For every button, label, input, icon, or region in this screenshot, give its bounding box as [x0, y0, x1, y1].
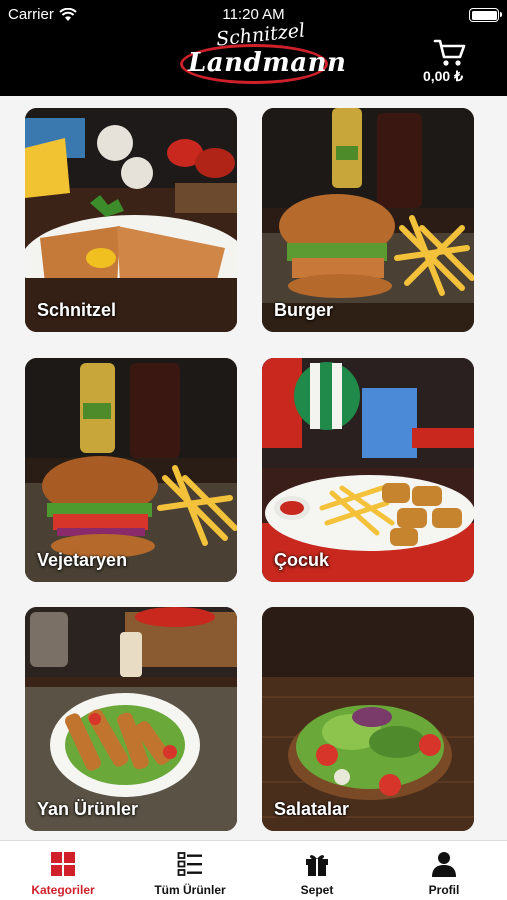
- category-label: Yan Ürünler: [37, 799, 139, 819]
- gift-icon: [303, 851, 331, 877]
- tab-label: Profil: [428, 883, 460, 897]
- yan-urunler-image: [25, 607, 237, 831]
- cart-total[interactable]: 0,00 ₺: [423, 68, 463, 85]
- tab-sepet[interactable]: Sepet: [254, 841, 380, 900]
- category-label: Vejetaryen: [37, 550, 128, 570]
- category-card-cocuk[interactable]: Çocuk: [262, 358, 474, 582]
- category-label: Burger: [274, 300, 334, 320]
- category-label: Schnitzel: [37, 300, 117, 320]
- logo-top-text: Schnitzel: [215, 19, 307, 51]
- category-card-salatalar[interactable]: Salatalar: [262, 607, 474, 831]
- status-time: 11:20 AM: [222, 6, 285, 23]
- app-header: Carrier 11:20 AM Schnitzel Landmann 0,00…: [0, 0, 507, 96]
- category-card-vejetaryen[interactable]: Vejetaryen: [25, 358, 237, 582]
- tab-label: Sepet: [300, 883, 334, 897]
- person-icon: [430, 851, 458, 877]
- cart-icon[interactable]: [433, 38, 467, 68]
- category-label: Çocuk: [274, 550, 330, 570]
- list-icon: [176, 851, 204, 877]
- category-card-burger[interactable]: Burger: [262, 108, 474, 332]
- tab-tum-urunler[interactable]: Tüm Ürünler: [127, 841, 253, 900]
- brand-logo: Schnitzel Landmann: [178, 19, 346, 90]
- battery-icon: [469, 8, 502, 22]
- grid-icon: [49, 851, 77, 877]
- category-label: Salatalar: [274, 799, 350, 819]
- salatalar-image: [262, 607, 474, 831]
- burger-image: [262, 108, 474, 332]
- tab-profil[interactable]: Profil: [381, 841, 507, 900]
- cocuk-image: [262, 358, 474, 582]
- category-card-yan-urunler[interactable]: Yan Ürünler: [25, 607, 237, 831]
- vejetaryen-image: [25, 358, 237, 582]
- logo-main-text: Landmann: [188, 48, 347, 78]
- category-card-schnitzel[interactable]: Schnitzel: [25, 108, 237, 332]
- bottom-tab-bar: Kategoriler Tüm Ürünler Sepet Profil: [0, 840, 507, 900]
- tab-kategoriler[interactable]: Kategoriler: [0, 841, 126, 900]
- tab-label: Tüm Ürünler: [154, 883, 226, 897]
- schnitzel-image: [25, 108, 237, 332]
- tab-label: Kategoriler: [31, 883, 95, 897]
